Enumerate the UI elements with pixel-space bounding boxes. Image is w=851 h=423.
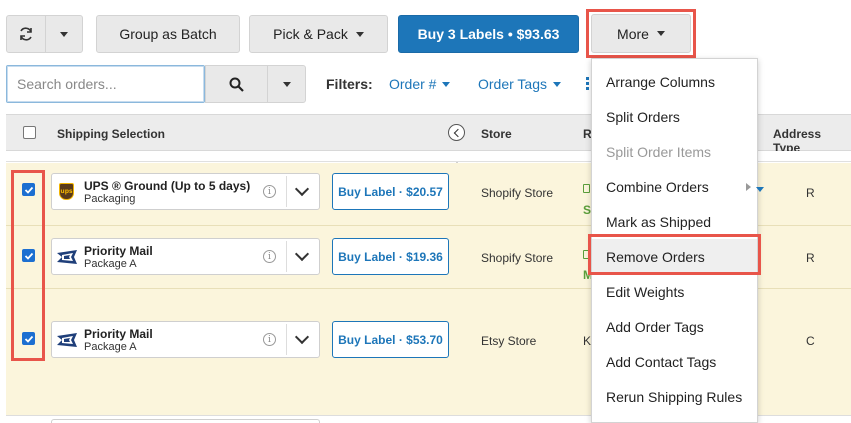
chevron-down-icon: [553, 81, 561, 87]
more-button[interactable]: More: [591, 14, 691, 53]
pick-and-pack-label: Pick & Pack: [273, 26, 348, 42]
info-icon[interactable]: i: [263, 185, 276, 198]
refresh-icon: [20, 27, 32, 41]
pick-and-pack-button[interactable]: Pick & Pack: [249, 15, 388, 53]
select-all-checkbox[interactable]: [23, 126, 36, 139]
menu-item-label: Split Orders: [606, 108, 680, 125]
checkmark-icon: [24, 186, 33, 194]
menu-item-combine-orders[interactable]: Combine Orders: [592, 169, 757, 204]
group-as-batch-label: Group as Batch: [119, 26, 217, 42]
shipping-divider: [286, 176, 287, 207]
menu-item-arrange-columns[interactable]: Arrange Columns: [592, 64, 757, 99]
menu-item-add-order-tags[interactable]: Add Order Tags: [592, 309, 757, 344]
usps-eagle-icon: [56, 332, 78, 348]
filter-order-tags-label: Order Tags: [478, 76, 547, 92]
row-checkbox[interactable]: [22, 332, 35, 345]
r-partial-cell: S: [583, 203, 592, 217]
group-as-batch-button[interactable]: Group as Batch: [96, 15, 240, 53]
order-tag-icon: [583, 184, 590, 193]
menu-item-label: Edit Weights: [606, 283, 685, 300]
store-cell: Etsy Store: [481, 334, 537, 348]
shipping-divider: [286, 241, 287, 272]
buy-label-text: Buy Label · $19.36: [338, 249, 443, 264]
package-name: Package A: [84, 258, 137, 270]
menu-item-label: Add Contact Tags: [606, 353, 717, 370]
info-icon[interactable]: i: [263, 333, 276, 346]
chevron-right-icon: [746, 182, 751, 191]
buy-label-button[interactable]: Buy Label · $20.57: [332, 173, 449, 210]
store-cell: Shopify Store: [481, 251, 554, 265]
info-icon[interactable]: i: [263, 250, 276, 263]
more-label: More: [617, 25, 649, 42]
search-input[interactable]: [17, 76, 197, 92]
menu-item-label: Combine Orders: [606, 178, 709, 195]
ups-logo-icon: ups: [59, 183, 74, 200]
menu-item-split-order-items: Split Order Items: [592, 134, 757, 169]
menu-item-label: Rerun Shipping Rules: [606, 388, 743, 405]
collapse-column-icon[interactable]: [448, 124, 465, 141]
package-name: Packaging: [84, 193, 136, 205]
refresh-dropdown-button[interactable]: [45, 15, 83, 53]
buy-labels-button[interactable]: Buy 3 Labels • $93.63: [398, 15, 579, 53]
buy-label-text: Buy Label · $53.70: [338, 332, 443, 347]
search-options-button[interactable]: [267, 65, 306, 103]
chevron-down-icon: [282, 81, 291, 87]
menu-item-add-contact-tags[interactable]: Add Contact Tags: [592, 344, 757, 379]
menu-item-edit-weights[interactable]: Edit Weights: [592, 274, 757, 309]
menu-item-label: Mark as Shipped: [606, 213, 712, 230]
row-checkbox[interactable]: [22, 183, 35, 196]
buy-label-button[interactable]: Buy Label · $53.70: [332, 321, 449, 358]
search-button[interactable]: [205, 65, 268, 103]
more-filters-icon[interactable]: [586, 77, 589, 90]
carrier-name: Priority Mail: [84, 327, 153, 341]
shipping-divider: [286, 324, 287, 355]
filter-order-tags[interactable]: Order Tags: [478, 76, 561, 92]
filter-order-number-label: Order #: [389, 76, 437, 92]
menu-item-rerun-shipping-rules[interactable]: Rerun Shipping Rules: [592, 379, 757, 414]
chevron-down-icon: [442, 81, 451, 87]
checkmark-icon: [24, 252, 33, 260]
menu-item-split-orders[interactable]: Split Orders: [592, 99, 757, 134]
carrier-name: UPS ® Ground (Up to 5 days): [84, 179, 251, 193]
checkmark-icon: [24, 335, 33, 343]
column-store[interactable]: Store: [481, 127, 512, 141]
buy-label-text: Buy Label · $20.57: [338, 184, 443, 199]
search-box: [6, 65, 205, 103]
buy-labels-label: Buy 3 Labels • $93.63: [417, 26, 560, 42]
refresh-button[interactable]: [6, 15, 46, 53]
chevron-down-icon: [756, 187, 764, 192]
chevron-down-icon: [355, 31, 364, 37]
carrier-name: Priority Mail: [84, 244, 153, 258]
search-icon: [229, 77, 244, 92]
menu-item-label: Add Order Tags: [606, 318, 704, 335]
menu-item-label: Arrange Columns: [606, 73, 715, 90]
address-type-cell: C: [806, 334, 815, 348]
row-checkbox[interactable]: [22, 249, 35, 262]
filters-label: Filters:: [326, 76, 373, 92]
address-type-cell: R: [806, 186, 815, 200]
r-partial-cell: K: [583, 334, 592, 348]
shipping-selector[interactable]: [51, 419, 320, 423]
chevron-down-icon: [656, 31, 665, 36]
menu-item-label: Split Order Items: [606, 143, 712, 160]
address-type-cell: R: [806, 251, 815, 265]
usps-eagle-icon: [56, 249, 78, 265]
chevron-down-icon: [60, 31, 68, 37]
filter-order-number[interactable]: Order #: [389, 76, 451, 92]
store-cell: Shopify Store: [481, 186, 554, 200]
buy-label-button[interactable]: Buy Label · $19.36: [332, 238, 449, 275]
package-name: Package A: [84, 341, 137, 353]
remove-orders-highlight: [588, 234, 761, 275]
column-shipping-selection[interactable]: Shipping Selection: [57, 127, 165, 141]
